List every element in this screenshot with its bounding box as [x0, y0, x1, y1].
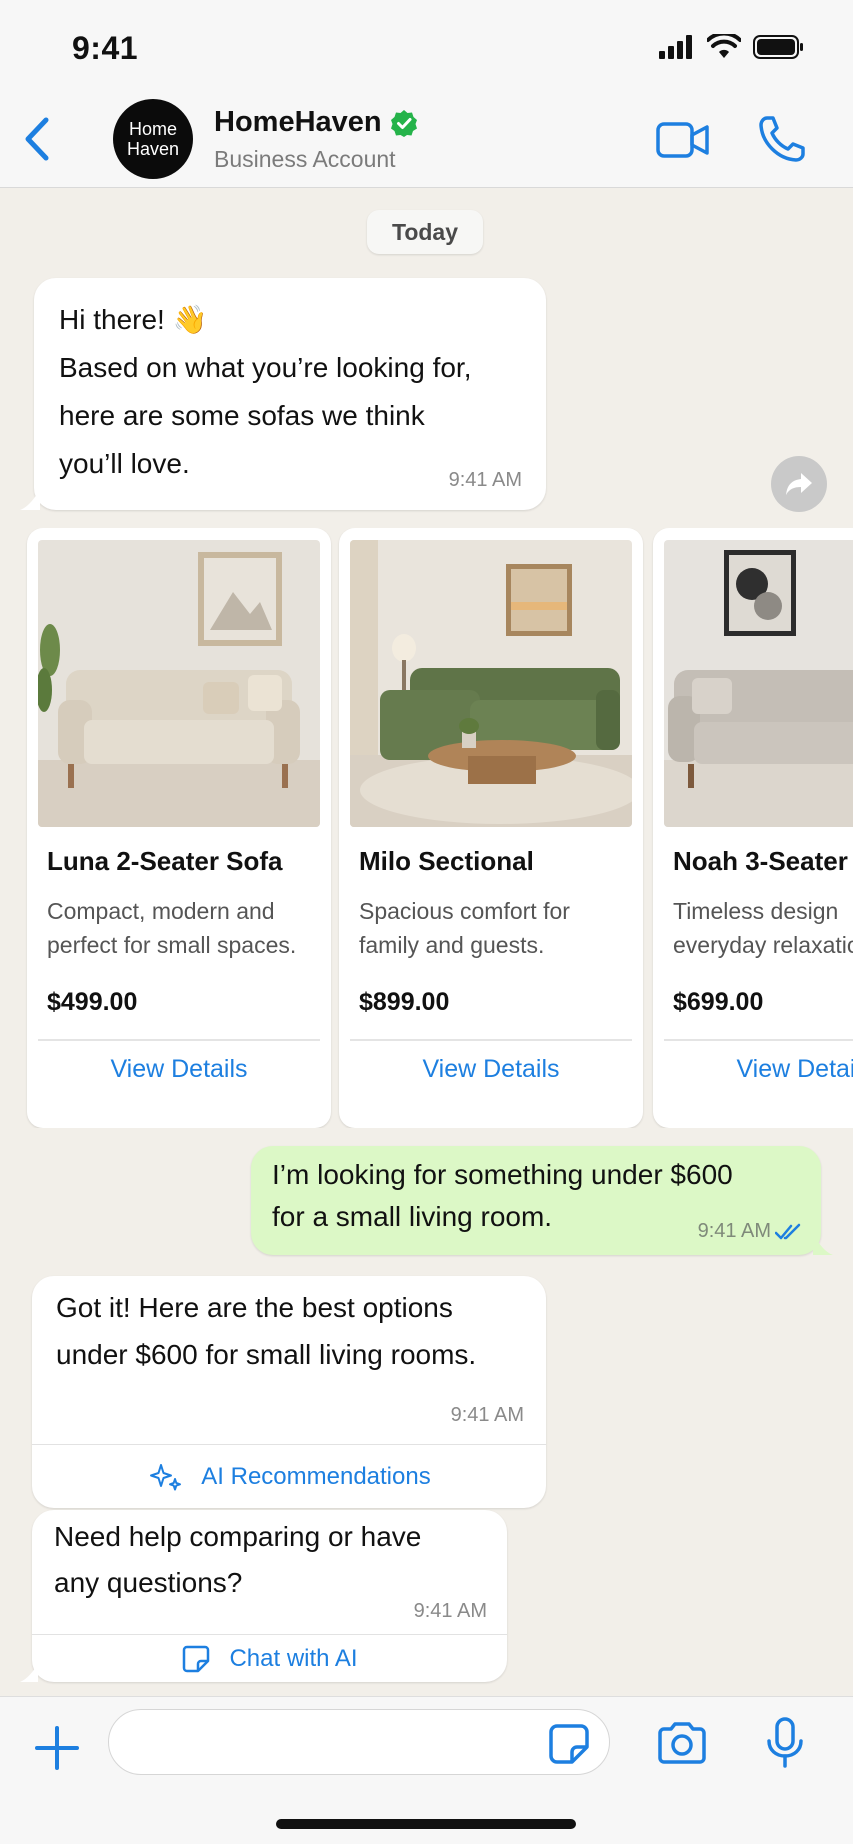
sofa-illustration — [664, 540, 853, 827]
incoming-message[interactable]: Hi there! 👋 Based on what you’re looking… — [20, 278, 546, 510]
message-line: Based on what you’re looking for, — [59, 352, 472, 383]
divider — [32, 1634, 507, 1635]
message-line: any questions? — [54, 1567, 243, 1598]
product-card[interactable]: Noah 3-Seater Timeless design everyday r… — [653, 528, 853, 1128]
message-line: here are some sofas we think — [59, 400, 425, 431]
chat-with-ai-button[interactable]: Chat with AI — [32, 1636, 507, 1682]
bubble-tail — [20, 490, 40, 510]
camera-button[interactable] — [656, 1721, 708, 1765]
message-time: 9:41 AM — [448, 469, 522, 491]
message-time: 9:41 AM — [450, 1404, 524, 1426]
message-line: Got it! Here are the best options — [56, 1292, 453, 1323]
avatar[interactable]: Home Haven — [113, 99, 193, 179]
product-name: Noah 3-Seater — [673, 846, 848, 876]
sofa-illustration — [38, 540, 320, 827]
date-chip: Today — [367, 210, 483, 254]
avatar-line-2: Haven — [126, 139, 180, 159]
message-input[interactable] — [108, 1709, 610, 1775]
verified-badge-icon — [390, 109, 417, 137]
message-text: Got it! Here are the best options under … — [56, 1284, 526, 1378]
view-details-link[interactable]: View Details — [339, 1055, 643, 1084]
phone-icon — [759, 116, 805, 162]
product-description-line: family and guests. — [359, 932, 545, 958]
chat-with-ai-label: Chat with AI — [229, 1645, 358, 1672]
ai-recommendations-label: AI Recommendations — [201, 1463, 431, 1490]
incoming-message[interactable]: Need help comparing or have any question… — [20, 1510, 507, 1682]
microphone-button[interactable] — [765, 1717, 805, 1769]
product-description: Spacious comfort for family and guests. — [359, 894, 634, 962]
message-text: Hi there! 👋 Based on what you’re looking… — [59, 296, 529, 488]
chat-header: Home Haven HomeHaven Business Account — [0, 96, 853, 188]
product-card[interactable]: Milo Sectional Spacious comfort for fami… — [339, 528, 643, 1128]
avatar-line-1: Home — [128, 119, 177, 139]
product-carousel[interactable]: Luna 2-Seater Sofa Compact, modern and p… — [0, 528, 853, 1128]
product-price: $499.00 — [47, 988, 138, 1016]
composer-bar — [0, 1696, 853, 1844]
product-description-line: perfect for small spaces. — [47, 932, 297, 958]
product-description-line: Compact, modern and — [47, 898, 275, 924]
microphone-icon — [767, 1717, 803, 1768]
battery-icon — [753, 35, 803, 59]
sparkle-icon — [150, 1464, 182, 1491]
message-line: Hi there! 👋 — [59, 304, 208, 335]
video-call-button[interactable] — [655, 118, 711, 162]
product-price: $899.00 — [359, 988, 450, 1016]
product-description-line: Spacious comfort for — [359, 898, 570, 924]
view-details-link[interactable]: View Details — [653, 1055, 853, 1084]
attach-button[interactable] — [34, 1725, 80, 1771]
forward-arrow-icon — [786, 473, 812, 495]
message-time: 9:41 AM — [697, 1220, 771, 1242]
chevron-left-icon — [25, 117, 49, 161]
contact-name-row[interactable]: HomeHaven — [214, 106, 418, 139]
message-line: I’m looking for something under $600 — [272, 1159, 733, 1190]
sticker-icon — [549, 1724, 589, 1764]
product-name: Milo Sectional — [359, 846, 534, 876]
back-button[interactable] — [18, 114, 58, 164]
divider — [38, 1039, 320, 1041]
product-description-line: Timeless design — [673, 898, 839, 924]
video-camera-icon — [656, 122, 709, 158]
voice-call-button[interactable] — [757, 114, 807, 164]
plus-icon — [35, 1726, 79, 1770]
camera-icon — [658, 1722, 706, 1764]
product-price: $699.00 — [673, 988, 764, 1016]
contact-subtitle: Business Account — [214, 146, 396, 172]
home-indicator — [276, 1819, 576, 1829]
product-image[interactable] — [38, 540, 320, 827]
product-description: Timeless design everyday relaxation. — [673, 894, 853, 962]
sofa-illustration — [350, 540, 632, 827]
sticker-button[interactable] — [548, 1723, 590, 1765]
product-image[interactable] — [350, 540, 632, 827]
message-line: Need help comparing or have — [54, 1521, 422, 1552]
divider — [664, 1039, 853, 1041]
outgoing-message[interactable]: I’m looking for something under $600 for… — [251, 1146, 833, 1255]
product-card[interactable]: Luna 2-Seater Sofa Compact, modern and p… — [27, 528, 331, 1128]
product-image[interactable] — [664, 540, 853, 827]
product-description: Compact, modern and perfect for small sp… — [47, 894, 322, 962]
product-name: Luna 2-Seater Sofa — [47, 846, 283, 876]
wifi-icon — [707, 34, 741, 58]
chat-area[interactable]: Today Hi there! 👋 Based on what you’re l… — [0, 188, 853, 1696]
message-line: under $600 for small living rooms. — [56, 1339, 477, 1370]
message-time: 9:41 AM — [413, 1600, 487, 1622]
status-icons — [659, 34, 805, 60]
product-description-line: everyday relaxation. — [673, 932, 853, 958]
status-bar: 9:41 — [0, 0, 853, 96]
contact-name: HomeHaven — [214, 106, 382, 138]
signal-icon — [659, 35, 692, 59]
double-check-icon — [775, 1223, 801, 1240]
bubble-tail — [813, 1235, 833, 1255]
ai-recommendations-button[interactable]: AI Recommendations — [32, 1446, 546, 1508]
chat-screen: 9:41 Home Haven HomeHaven Business Accou… — [0, 0, 853, 1844]
message-text: Need help comparing or have any question… — [54, 1514, 474, 1606]
view-details-link[interactable]: View Details — [27, 1055, 331, 1084]
status-time: 9:41 — [72, 30, 139, 66]
divider — [350, 1039, 632, 1041]
incoming-message[interactable]: Got it! Here are the best options under … — [32, 1276, 546, 1508]
forward-button[interactable] — [771, 456, 827, 512]
chat-note-icon — [183, 1645, 210, 1673]
divider — [32, 1444, 546, 1445]
